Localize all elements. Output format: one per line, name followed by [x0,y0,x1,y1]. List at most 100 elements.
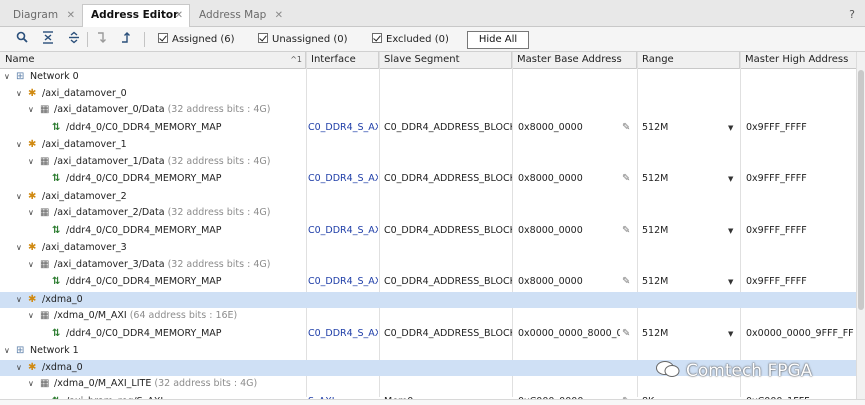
expand-chevron-icon[interactable]: ∨ [16,189,26,205]
address-bits-note: (64 address bits : 16E) [129,310,238,321]
address-segment-icon: ⇅ [52,173,61,184]
interface-link[interactable]: C0_DDR4_S_AXI [308,119,378,137]
column-header-name[interactable]: Name ^1 [0,52,306,69]
network-icon: ⊞ [16,71,25,82]
range-cell[interactable]: 512M [642,222,722,240]
tree-row-segment[interactable]: ⇅ /ddr4_0/C0_DDR4_MEMORY_MAP C0_DDR4_S_AXI… [0,273,856,291]
expand-chevron-icon[interactable]: ∨ [28,376,38,392]
search-icon[interactable] [14,31,30,47]
expand-chevron-icon[interactable]: ∨ [4,69,14,85]
slave-segment-cell: C0_DDR4_ADDRESS_BLOCK [384,224,512,236]
range-cell[interactable]: 512M [642,119,722,137]
master-base-address-cell[interactable]: 0x8000_0000 [518,170,620,188]
unassigned-filter-label: Unassigned (0) [272,34,348,45]
column-header-range[interactable]: Range [637,52,740,69]
edit-pencil-icon[interactable]: ✎ [622,222,630,240]
expand-chevron-icon[interactable]: ∨ [28,102,38,118]
tree-row-master[interactable]: ∨ ✱ /xdma_0 [0,291,856,308]
tree-row-master[interactable]: ∨ ✱ /axi_datamover_0 [0,86,856,102]
expand-all-icon[interactable] [66,31,82,47]
tree-item-label: /axi_datamover_3/Data [54,258,165,270]
expand-chevron-icon[interactable]: ∨ [28,154,38,170]
expand-chevron-icon[interactable]: ∨ [16,137,26,153]
column-header-interface[interactable]: Interface [306,52,379,69]
edit-pencil-icon[interactable]: ✎ [622,325,630,343]
checkbox-checked-icon[interactable] [258,33,268,43]
assigned-filter-checkbox[interactable]: Assigned (6) [158,33,235,47]
collapse-all-icon[interactable] [40,31,56,47]
tree-item-text: /axi_datamover_3/Data (32 address bits :… [54,257,270,273]
close-icon[interactable]: ✕ [67,5,75,26]
tree-row-network[interactable]: ∨ ⊞ Network 0 [0,69,856,85]
column-header-slave-segment[interactable]: Slave Segment [379,52,512,69]
edit-pencil-icon[interactable]: ✎ [622,119,630,137]
tree-row-master[interactable]: ∨ ✱ /axi_datamover_1 [0,137,856,153]
scrollbar-thumb[interactable] [858,70,864,310]
tree-row-master[interactable]: ∨ ✱ /axi_datamover_2 [0,189,856,205]
range-dropdown-arrow-icon[interactable]: ▼ [728,325,733,343]
tab-diagram[interactable]: Diagram ✕ [4,4,82,27]
tree-row-segment[interactable]: ⇅ /ddr4_0/C0_DDR4_MEMORY_MAP C0_DDR4_S_AXI… [0,119,856,137]
expand-chevron-icon[interactable]: ∨ [28,308,38,324]
close-icon[interactable]: ✕ [175,5,183,26]
master-base-address-cell[interactable]: 0x8000_0000 [518,119,620,137]
address-segment-icon: ⇅ [52,276,61,287]
range-dropdown-arrow-icon[interactable]: ▼ [728,273,733,291]
tree-row-segment[interactable]: ⇅ /ddr4_0/C0_DDR4_MEMORY_MAP C0_DDR4_S_AXI… [0,325,856,343]
expand-chevron-icon[interactable]: ∨ [28,205,38,221]
close-icon[interactable]: ✕ [275,5,283,26]
unassigned-filter-checkbox[interactable]: Unassigned (0) [258,33,348,47]
excluded-filter-checkbox[interactable]: Excluded (0) [372,33,449,47]
tree-row-network[interactable]: ∨ ⊞ Network 1 [0,343,856,359]
master-high-address-cell: 0x9FFF_FFFF [746,224,807,236]
interface-link[interactable]: C0_DDR4_S_AXI [308,222,378,240]
expand-chevron-icon[interactable]: ∨ [16,240,26,256]
expand-chevron-icon[interactable]: ∨ [16,292,26,308]
master-high-address-cell: 0x9FFF_FFFF [746,173,807,184]
master-base-address-cell[interactable]: 0x0000_0000_8000_0000 [518,325,620,343]
expand-chevron-icon[interactable]: ∨ [16,86,26,102]
tree-item-label: /xdma_0 [42,293,83,305]
edit-pencil-icon[interactable]: ✎ [622,273,630,291]
range-dropdown-arrow-icon[interactable]: ▼ [728,222,733,240]
expand-chevron-icon[interactable]: ∨ [4,343,14,359]
range-cell[interactable]: 512M [642,325,722,343]
column-header-master-base[interactable]: Master Base Address [512,52,637,69]
tree-item-label: /axi_datamover_3 [42,242,127,253]
checkbox-checked-icon[interactable] [372,33,382,43]
address-segment-icon: ⇅ [52,121,61,133]
tree-row-address-space[interactable]: ∨ ▦ /axi_datamover_2/Data (32 address bits… [0,205,856,221]
help-icon[interactable]: ? [849,8,855,21]
column-header-master-high[interactable]: Master High Address [740,52,856,69]
tree-row-address-space[interactable]: ∨ ▦ /xdma_0/M_AXI (64 address bits : 16E) [0,308,856,324]
master-base-address-cell[interactable]: 0x8000_0000 [518,273,620,291]
checkbox-checked-icon[interactable] [158,33,168,43]
tree-row-address-space[interactable]: ∨ ▦ /axi_datamover_1/Data (32 address bits… [0,154,856,170]
tab-address-map[interactable]: Address Map ✕ [190,4,290,27]
unassign-icon[interactable] [118,31,134,47]
range-cell[interactable]: 512M [642,273,722,291]
range-dropdown-arrow-icon[interactable]: ▼ [728,170,733,188]
vertical-scrollbar[interactable] [856,52,865,402]
interface-link[interactable]: C0_DDR4_S_AXI [308,325,378,343]
expand-chevron-icon[interactable]: ∨ [28,257,38,273]
column-interface-label: Interface [311,54,356,65]
address-space-icon: ▦ [40,310,50,321]
interface-link[interactable]: C0_DDR4_S_AXI [308,273,378,291]
edit-pencil-icon[interactable]: ✎ [622,170,630,188]
range-cell[interactable]: 512M [642,170,722,188]
expand-chevron-icon[interactable]: ∨ [16,360,26,376]
tree-row-segment[interactable]: ⇅ /ddr4_0/C0_DDR4_MEMORY_MAP C0_DDR4_S_AXI… [0,170,856,188]
range-dropdown-arrow-icon[interactable]: ▼ [728,119,733,137]
interface-link[interactable]: C0_DDR4_S_AXI [308,170,378,188]
tree-item-label: Network 1 [30,345,79,356]
tree-row-address-space[interactable]: ∨ ▦ /axi_datamover_3/Data (32 address bits… [0,257,856,273]
tree-row-master[interactable]: ∨ ✱ /axi_datamover_3 [0,240,856,256]
hide-all-button[interactable]: Hide All [467,31,529,49]
tree-row-address-space[interactable]: ∨ ▦ /axi_datamover_0/Data (32 address bits… [0,102,856,118]
tab-address-editor[interactable]: Address Editor ✕ [82,4,190,28]
assign-icon[interactable] [94,31,110,47]
tree-item-label: /ddr4_0/C0_DDR4_MEMORY_MAP [66,276,222,287]
tree-row-segment[interactable]: ⇅ /ddr4_0/C0_DDR4_MEMORY_MAP C0_DDR4_S_AXI… [0,222,856,240]
master-base-address-cell[interactable]: 0x8000_0000 [518,222,620,240]
